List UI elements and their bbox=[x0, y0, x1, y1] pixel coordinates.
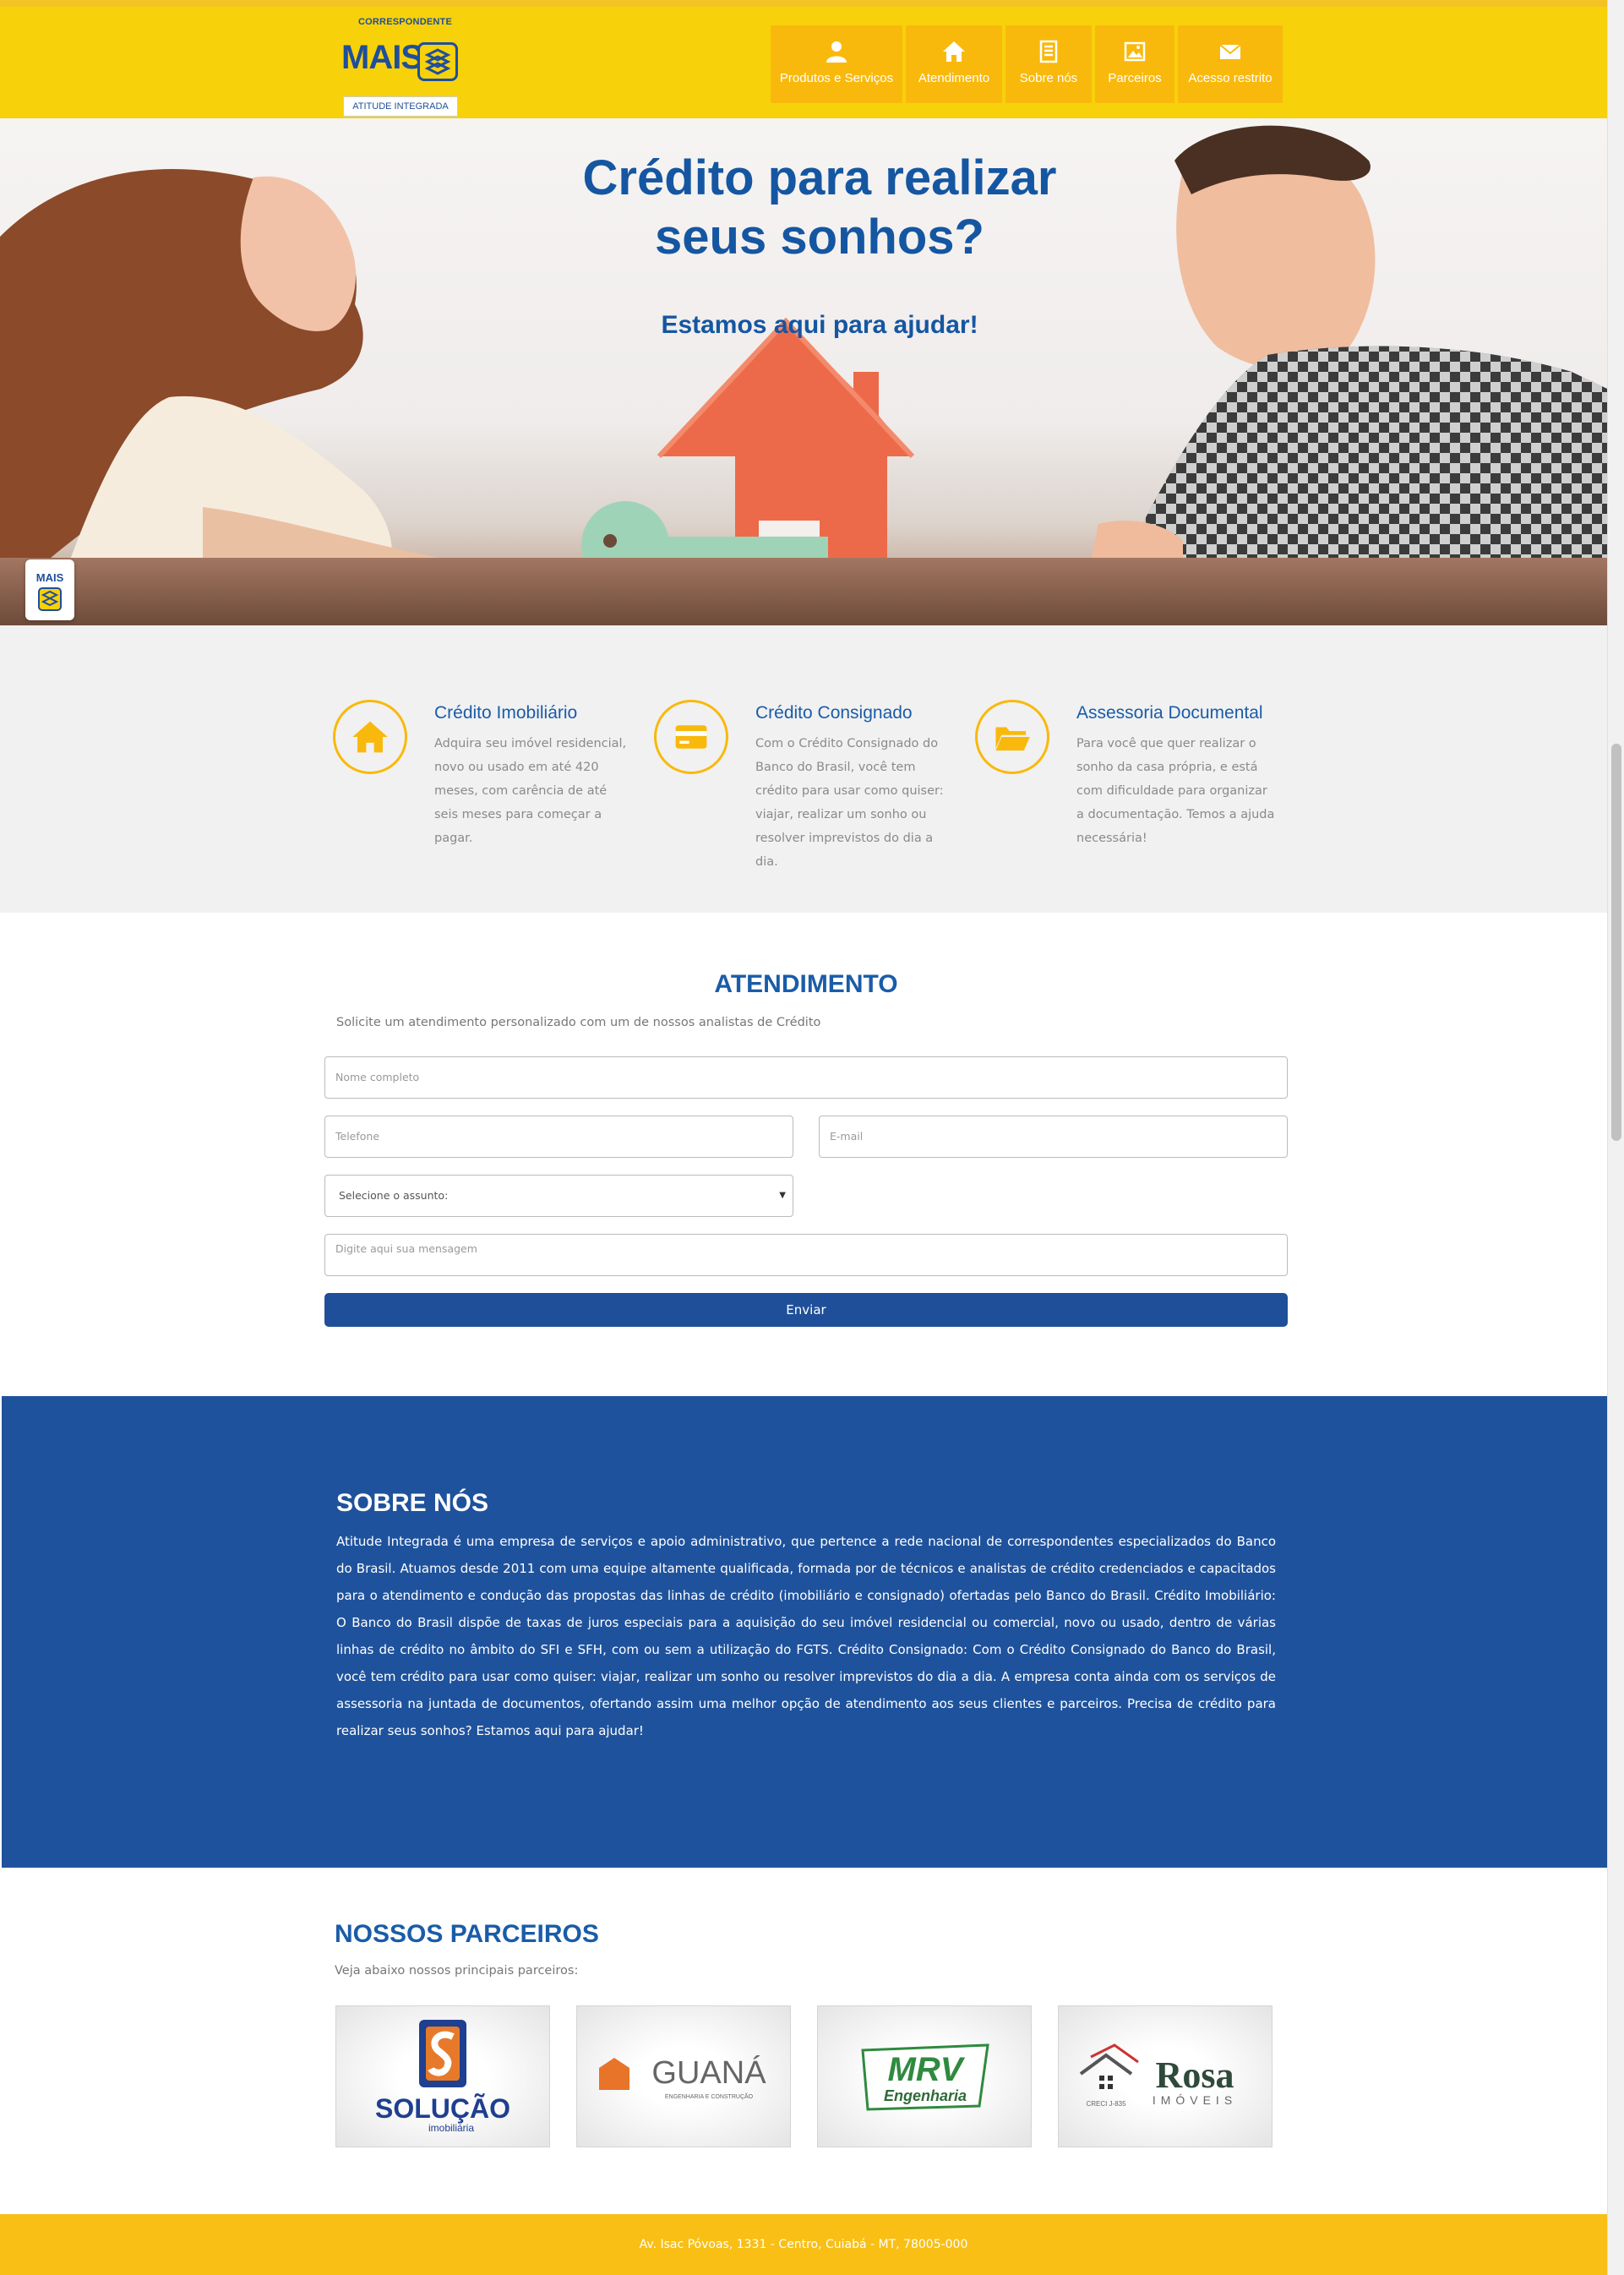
home-icon bbox=[352, 721, 388, 753]
message-textarea[interactable]: Digite aqui sua mensagem bbox=[324, 1234, 1288, 1276]
feature-icon-circle bbox=[333, 700, 407, 774]
partner-sub: imobiliária bbox=[428, 2122, 474, 2134]
logo-correspondente-text: CORRESPONDENTE bbox=[358, 17, 452, 27]
feature-icon-circle bbox=[654, 700, 728, 774]
atendimento-title: ATENDIMENTO bbox=[714, 970, 898, 998]
feature-title[interactable]: Crédito Imobiliário bbox=[434, 703, 577, 723]
nav-acesso-restrito[interactable]: Acesso restrito bbox=[1178, 25, 1283, 103]
partner-rosa-logo[interactable]: Rosa IMÓVEIS CRECI J-835 bbox=[1058, 2005, 1272, 2147]
parceiros-subtitle: Veja abaixo nossos principais parceiros: bbox=[335, 1964, 579, 1978]
nav-label: Atendimento bbox=[918, 71, 990, 85]
feature-text: Adquira seu imóvel residencial, novo ou … bbox=[434, 737, 627, 845]
hero-banner: Crédito para realizar seus sonhos? Estam… bbox=[0, 118, 1607, 625]
nav-sobre-nos[interactable]: Sobre nós bbox=[1005, 25, 1092, 103]
guana-logo-image: GUANÁ ENGENHARIA E CONSTRUÇÃO bbox=[599, 2054, 766, 2100]
card-icon bbox=[675, 725, 707, 749]
nav-atendimento[interactable]: Atendimento bbox=[906, 25, 1002, 103]
feature-title[interactable]: Assessoria Documental bbox=[1076, 703, 1263, 723]
nav-label: Parceiros bbox=[1108, 71, 1162, 85]
feature-text: Para você que quer realizar o sonho da c… bbox=[1076, 737, 1275, 845]
atendimento-subtitle: Solicite um atendimento personalizado co… bbox=[336, 1016, 821, 1029]
sobre-section: SOBRE NÓS Atitude Integrada é uma empres… bbox=[2, 1396, 1610, 1868]
nav-label: Produtos e Serviços bbox=[779, 71, 894, 85]
badge-text: MAIS bbox=[36, 571, 64, 584]
main-nav: Produtos e Serviços Atendimento Sobre nó… bbox=[771, 25, 1283, 103]
partner-name: MRV bbox=[888, 2051, 966, 2088]
partner-sub: Engenharia bbox=[884, 2087, 967, 2104]
send-button[interactable]: Enviar bbox=[324, 1293, 1288, 1327]
hero-title-line1: Crédito para realizar bbox=[582, 150, 1057, 205]
logo-mais-text: MAIS bbox=[341, 39, 423, 76]
solucao-logo-image: SOLUÇÃO imobiliária bbox=[375, 2020, 510, 2134]
partner-mrv-logo[interactable]: MRV Engenharia bbox=[817, 2005, 1032, 2147]
user-icon bbox=[771, 39, 902, 66]
partner-sub: IMÓVEIS bbox=[1153, 2093, 1237, 2107]
logo-tagline: ATITUDE INTEGRADA bbox=[343, 96, 458, 117]
nav-produtos-servicos[interactable]: Produtos e Serviços bbox=[771, 25, 902, 103]
chevron-down-icon: ▼ bbox=[779, 1191, 786, 1200]
partner-name: GUANÁ bbox=[651, 2054, 766, 2091]
nav-label: Acesso restrito bbox=[1188, 71, 1272, 85]
hero-title-line2: seus sonhos? bbox=[655, 210, 984, 265]
atendimento-section: ATENDIMENTO Solicite um atendimento pers… bbox=[0, 913, 1607, 1396]
features-section: Crédito Imobiliário Adquira seu imóvel r… bbox=[0, 625, 1607, 913]
nav-label: Sobre nós bbox=[1019, 71, 1078, 85]
partner-name: Rosa bbox=[1156, 2054, 1234, 2096]
hero-subtitle: Estamos aqui para ajudar! bbox=[661, 311, 978, 339]
partner-creci: CRECI J-835 bbox=[1086, 2100, 1126, 2108]
brand-logo[interactable]: CORRESPONDENTE MAIS ATITUDE INTEGRADA bbox=[340, 14, 463, 117]
page-scrollbar[interactable] bbox=[1607, 0, 1624, 2275]
banco-do-brasil-icon bbox=[417, 42, 458, 81]
hero-title: Crédito para realizar seus sonhos? bbox=[473, 149, 1166, 267]
footer-address: Av. Isac Póvoas, 1331 - Centro, Cuiabá -… bbox=[639, 2238, 968, 2251]
partner-guana-logo[interactable]: GUANÁ ENGENHARIA E CONSTRUÇÃO bbox=[576, 2005, 791, 2147]
name-input[interactable]: Nome completo bbox=[324, 1056, 1288, 1099]
hero-floor bbox=[0, 558, 1607, 625]
site-footer: Av. Isac Póvoas, 1331 - Centro, Cuiabá -… bbox=[0, 2214, 1607, 2275]
document-icon bbox=[1005, 39, 1092, 66]
home-icon bbox=[906, 39, 1002, 66]
scrollbar-thumb[interactable] bbox=[1611, 744, 1621, 1141]
rosa-logo-image: Rosa IMÓVEIS CRECI J-835 bbox=[1079, 2043, 1237, 2108]
subject-selected-value: Selecione o assunto: bbox=[339, 1189, 449, 1202]
subject-select[interactable]: Selecione o assunto: ▼ bbox=[324, 1175, 793, 1217]
image-icon bbox=[1095, 39, 1174, 66]
sobre-title: SOBRE NÓS bbox=[336, 1489, 489, 1517]
parceiros-title: NOSSOS PARCEIROS bbox=[335, 1920, 599, 1948]
top-accent-line bbox=[0, 0, 1607, 7]
partner-solucao-logo[interactable]: SOLUÇÃO imobiliária bbox=[335, 2005, 550, 2147]
partner-name: SOLUÇÃO bbox=[375, 2093, 510, 2124]
feature-title[interactable]: Crédito Consignado bbox=[755, 703, 913, 723]
nav-parceiros[interactable]: Parceiros bbox=[1095, 25, 1174, 103]
feature-text: Com o Crédito Consignado do Banco do Bra… bbox=[755, 737, 944, 869]
envelope-icon bbox=[1178, 39, 1283, 66]
floating-bb-badge[interactable]: MAIS bbox=[25, 559, 74, 620]
email-input[interactable]: E-mail bbox=[819, 1116, 1288, 1158]
parceiros-section: NOSSOS PARCEIROS Veja abaixo nossos prin… bbox=[0, 1868, 1607, 2214]
site-header: CORRESPONDENTE MAIS ATITUDE INTEGRADA Pr… bbox=[0, 7, 1607, 118]
mais-badge-icon: MAIS bbox=[36, 571, 64, 611]
phone-input[interactable]: Telefone bbox=[324, 1116, 793, 1158]
sobre-text: Atitude Integrada é uma empresa de servi… bbox=[336, 1534, 1276, 1738]
partner-sub: ENGENHARIA E CONSTRUÇÃO bbox=[665, 2092, 754, 2100]
feature-icon-circle bbox=[975, 700, 1049, 774]
folder-icon bbox=[995, 727, 1030, 751]
mrv-logo-image: MRV Engenharia bbox=[861, 2043, 989, 2111]
